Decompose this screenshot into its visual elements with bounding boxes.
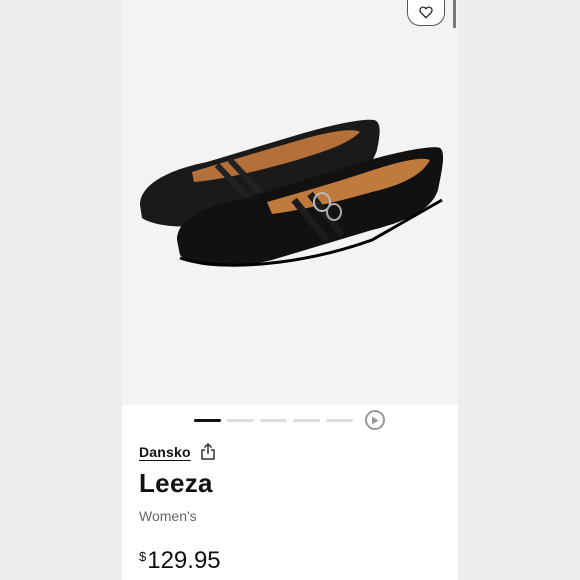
- product-price: $129.95: [139, 547, 221, 575]
- image-carousel-indicator: [194, 410, 385, 430]
- product-category: Women's: [139, 508, 197, 524]
- play-icon: [372, 416, 379, 424]
- product-image[interactable]: [122, 90, 458, 300]
- brand-link[interactable]: Dansko: [139, 444, 191, 460]
- scrollbar[interactable]: [453, 0, 456, 28]
- product-title: Leeza: [139, 468, 213, 498]
- currency-symbol: $: [139, 549, 147, 564]
- play-button[interactable]: [365, 410, 385, 430]
- carousel-dot[interactable]: [326, 418, 353, 422]
- brand-row: Dansko: [139, 443, 215, 460]
- carousel-dot[interactable]: [194, 418, 221, 422]
- share-icon[interactable]: [201, 443, 215, 460]
- product-page: Dansko Leeza Women's $129.95: [122, 0, 458, 580]
- product-image-area: [122, 0, 458, 405]
- carousel-dot[interactable]: [227, 418, 254, 422]
- carousel-dot[interactable]: [260, 418, 287, 422]
- heart-icon: [419, 6, 433, 19]
- carousel-dot[interactable]: [293, 418, 320, 422]
- favorite-button[interactable]: [407, 0, 445, 26]
- price-amount: 129.95: [147, 547, 221, 574]
